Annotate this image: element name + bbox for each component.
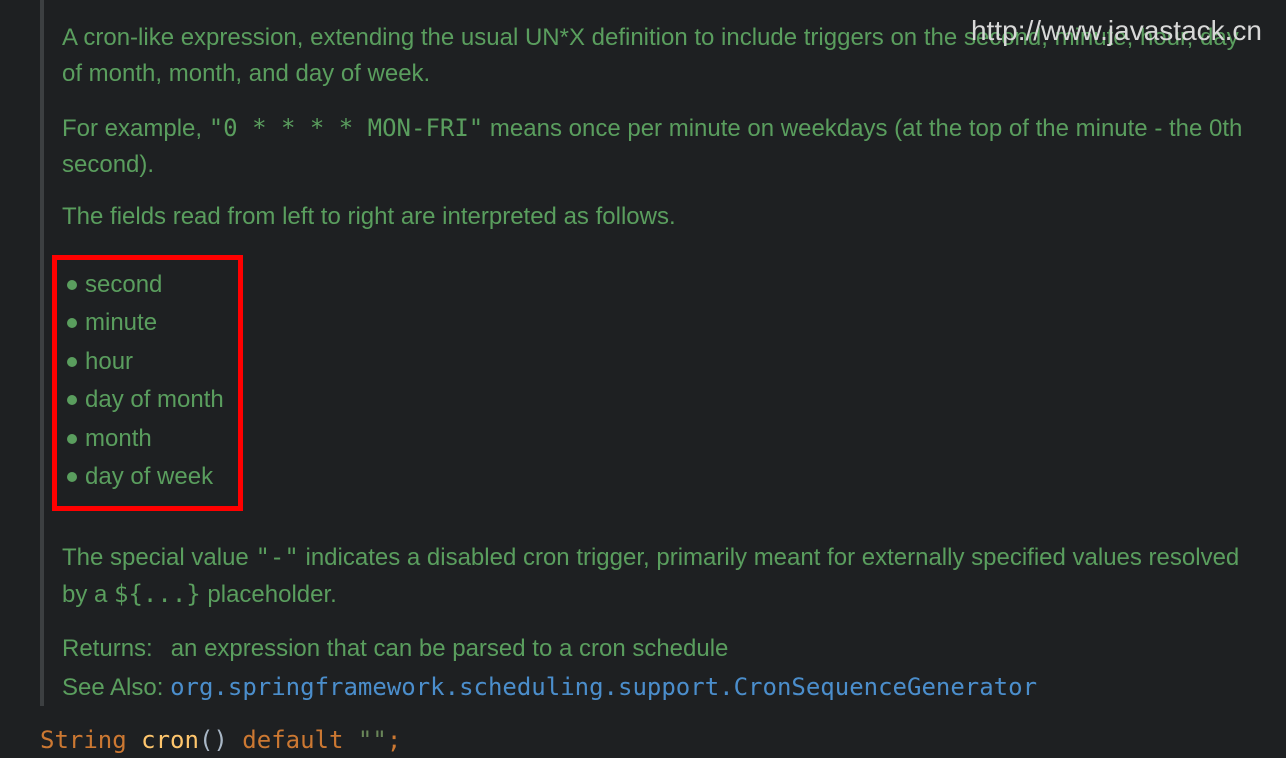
example-prefix: For example, xyxy=(62,115,209,142)
see-also-label: See Also: xyxy=(62,674,170,701)
default-value: "" xyxy=(358,726,387,754)
list-item: month xyxy=(61,420,224,458)
watermark: http://www.javastack.cn xyxy=(971,10,1262,52)
fields-list: second minute hour day of month month da… xyxy=(61,266,224,496)
doc-returns: Returns: an expression that can be parsed… xyxy=(62,631,1246,667)
list-item: hour xyxy=(61,343,224,381)
doc-special-value: The special value "-" indicates a disabl… xyxy=(62,539,1246,613)
special-code: "-" xyxy=(255,543,298,571)
type-keyword: String xyxy=(40,726,127,754)
default-keyword: default xyxy=(228,726,358,754)
fields-highlight-box: second minute hour day of month month da… xyxy=(52,255,243,511)
method-name: cron xyxy=(141,726,199,754)
list-item: day of week xyxy=(61,458,224,496)
method-signature: String cron() default ""; xyxy=(40,722,1286,758)
doc-example: For example, "0 * * * * MON-FRI" means o… xyxy=(62,110,1246,183)
list-item: second xyxy=(61,266,224,304)
special-placeholder: ${...} xyxy=(114,580,201,608)
semicolon: ; xyxy=(387,726,401,754)
see-also-link[interactable]: org.springframework.scheduling.support.C… xyxy=(170,673,1037,701)
special-suffix: placeholder. xyxy=(201,581,337,608)
list-item: minute xyxy=(61,304,224,342)
list-item: day of month xyxy=(61,381,224,419)
doc-see-also: See Also: org.springframework.scheduling… xyxy=(62,669,1246,706)
javadoc-block: A cron-like expression, extending the us… xyxy=(40,0,1286,706)
returns-label: Returns: xyxy=(62,635,153,662)
parens: () xyxy=(199,726,228,754)
returns-text: an expression that can be parsed to a cr… xyxy=(171,635,729,662)
special-prefix: The special value xyxy=(62,544,255,571)
doc-fields-heading: The fields read from left to right are i… xyxy=(62,199,1246,235)
example-code: "0 * * * * MON-FRI" xyxy=(209,114,484,142)
